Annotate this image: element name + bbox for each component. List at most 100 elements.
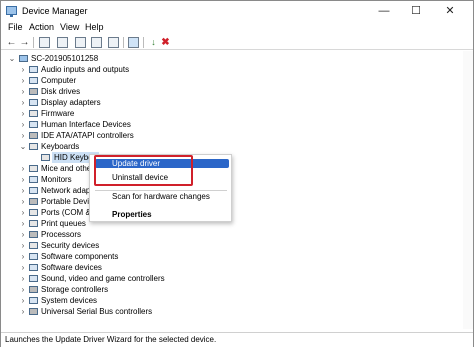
tree-item-label: Computer bbox=[41, 76, 77, 85]
disk-drive-icon bbox=[29, 88, 38, 95]
tree-item-label: Software devices bbox=[41, 263, 102, 272]
tree-item-label: Print queues bbox=[41, 219, 86, 228]
scrollbar[interactable] bbox=[463, 51, 473, 329]
chevron-right-icon[interactable]: › bbox=[19, 130, 27, 141]
tree-item-label: Storage controllers bbox=[41, 285, 109, 294]
update-driver-icon[interactable]: ↓ bbox=[148, 37, 159, 48]
monitor-icon bbox=[29, 176, 38, 183]
toolbar-separator bbox=[33, 37, 34, 48]
tree-item-label: Mice and other bbox=[41, 164, 94, 173]
audio-icon bbox=[29, 66, 38, 73]
menu-file[interactable]: File bbox=[8, 22, 23, 32]
portable-device-icon bbox=[29, 198, 38, 205]
tree-item-label: Monitors bbox=[41, 175, 72, 184]
tree-item-label: System devices bbox=[41, 296, 98, 305]
tree-item-label: Processors bbox=[41, 230, 82, 239]
network-adapter-icon bbox=[29, 187, 38, 194]
chevron-right-icon[interactable]: › bbox=[19, 196, 27, 207]
tree-item-label: Display adapters bbox=[41, 98, 101, 107]
device-tree: ⌄ SC-201905101258 › Audio inputs and outp… bbox=[1, 51, 473, 329]
tree-item-label: Sound, video and game controllers bbox=[41, 274, 165, 283]
chevron-right-icon[interactable]: › bbox=[19, 207, 27, 218]
chevron-right-icon[interactable]: › bbox=[19, 306, 27, 317]
minimize-button[interactable]: — bbox=[369, 1, 399, 21]
close-button[interactable]: ✕ bbox=[435, 1, 465, 21]
device-manager-icon bbox=[6, 6, 17, 17]
chevron-right-icon[interactable]: › bbox=[19, 229, 27, 240]
show-hidden-icon[interactable] bbox=[75, 37, 86, 48]
forward-icon[interactable]: → bbox=[19, 37, 30, 48]
firmware-icon bbox=[29, 110, 38, 117]
menu-bar: File Action View Help bbox=[1, 21, 473, 35]
tree-item-label: Keyboards bbox=[41, 142, 80, 151]
device-view-icon[interactable] bbox=[91, 37, 102, 48]
display-adapter-icon bbox=[29, 99, 38, 106]
properties-icon[interactable] bbox=[39, 37, 50, 48]
device-manager-window: Device Manager — ☐ ✕ File Action View He… bbox=[0, 0, 474, 347]
chevron-right-icon[interactable]: › bbox=[19, 295, 27, 306]
tree-item-label: IDE ATA/ATAPI controllers bbox=[41, 131, 134, 140]
tree-item-label: Human Interface Devices bbox=[41, 120, 131, 129]
maximize-button[interactable]: ☐ bbox=[401, 1, 431, 21]
chevron-right-icon[interactable]: › bbox=[19, 174, 27, 185]
chevron-right-icon[interactable]: › bbox=[19, 119, 27, 130]
tree-item-label: Audio inputs and outputs bbox=[41, 65, 130, 74]
chevron-right-icon[interactable]: › bbox=[19, 86, 27, 97]
monitor-icon[interactable] bbox=[128, 37, 139, 48]
chevron-right-icon[interactable]: › bbox=[19, 284, 27, 295]
chevron-right-icon[interactable]: › bbox=[19, 273, 27, 284]
tree-item-label: Firmware bbox=[41, 109, 75, 118]
usb-controller-icon bbox=[29, 308, 38, 315]
keyboard-icon bbox=[29, 143, 38, 150]
chevron-right-icon[interactable]: › bbox=[19, 240, 27, 251]
chevron-right-icon[interactable]: › bbox=[19, 64, 27, 75]
storage-controller-icon bbox=[29, 286, 38, 293]
title-bar: Device Manager — ☐ ✕ bbox=[1, 1, 473, 21]
scan-hardware-menu-item[interactable]: Scan for hardware changes bbox=[112, 191, 210, 202]
tree-root-label: SC-201905101258 bbox=[31, 54, 99, 63]
processor-icon bbox=[29, 231, 38, 238]
menu-view[interactable]: View bbox=[60, 22, 79, 32]
printer-icon bbox=[29, 220, 38, 227]
toolbar-separator bbox=[143, 37, 144, 48]
chevron-down-icon[interactable]: ⌄ bbox=[19, 141, 27, 152]
chevron-right-icon[interactable]: › bbox=[19, 108, 27, 119]
ide-controller-icon bbox=[29, 132, 38, 139]
toolbar: ← → ↓ ✖ bbox=[1, 36, 473, 50]
security-device-icon bbox=[29, 242, 38, 249]
uninstall-icon[interactable]: ✖ bbox=[160, 37, 171, 48]
mouse-icon bbox=[29, 165, 38, 172]
tree-item-label: Disk drives bbox=[41, 87, 81, 96]
sound-icon bbox=[29, 275, 38, 282]
status-bar: Launches the Update Driver Wizard for th… bbox=[1, 332, 473, 347]
tree-item-label: Security devices bbox=[41, 241, 100, 250]
chevron-right-icon[interactable]: › bbox=[19, 218, 27, 229]
system-device-icon bbox=[29, 297, 38, 304]
tree-item-label: Software components bbox=[41, 252, 119, 261]
annotation-highlight-box bbox=[94, 155, 193, 186]
toolbar-separator bbox=[123, 37, 124, 48]
software-component-icon bbox=[29, 253, 38, 260]
tree-item-label: Universal Serial Bus controllers bbox=[41, 307, 153, 316]
software-device-icon bbox=[29, 264, 38, 271]
status-text: Launches the Update Driver Wizard for th… bbox=[5, 335, 217, 344]
menu-help[interactable]: Help bbox=[85, 22, 104, 32]
hid-icon bbox=[29, 121, 38, 128]
chevron-right-icon[interactable]: › bbox=[19, 97, 27, 108]
chevron-right-icon[interactable]: › bbox=[19, 251, 27, 262]
computer-icon bbox=[29, 77, 38, 84]
computer-icon bbox=[19, 55, 28, 62]
keyboard-icon bbox=[41, 154, 50, 161]
port-icon bbox=[29, 209, 38, 216]
window-title: Device Manager bbox=[22, 6, 88, 16]
chevron-right-icon[interactable]: › bbox=[19, 163, 27, 174]
properties-menu-item[interactable]: Properties bbox=[112, 209, 152, 220]
chevron-right-icon[interactable]: › bbox=[19, 75, 27, 86]
chevron-right-icon[interactable]: › bbox=[19, 185, 27, 196]
chevron-down-icon[interactable]: ⌄ bbox=[8, 53, 16, 64]
chevron-right-icon[interactable]: › bbox=[19, 262, 27, 273]
help-icon[interactable] bbox=[57, 37, 68, 48]
back-icon[interactable]: ← bbox=[6, 37, 17, 48]
scan-icon[interactable] bbox=[108, 37, 119, 48]
menu-action[interactable]: Action bbox=[29, 22, 54, 32]
